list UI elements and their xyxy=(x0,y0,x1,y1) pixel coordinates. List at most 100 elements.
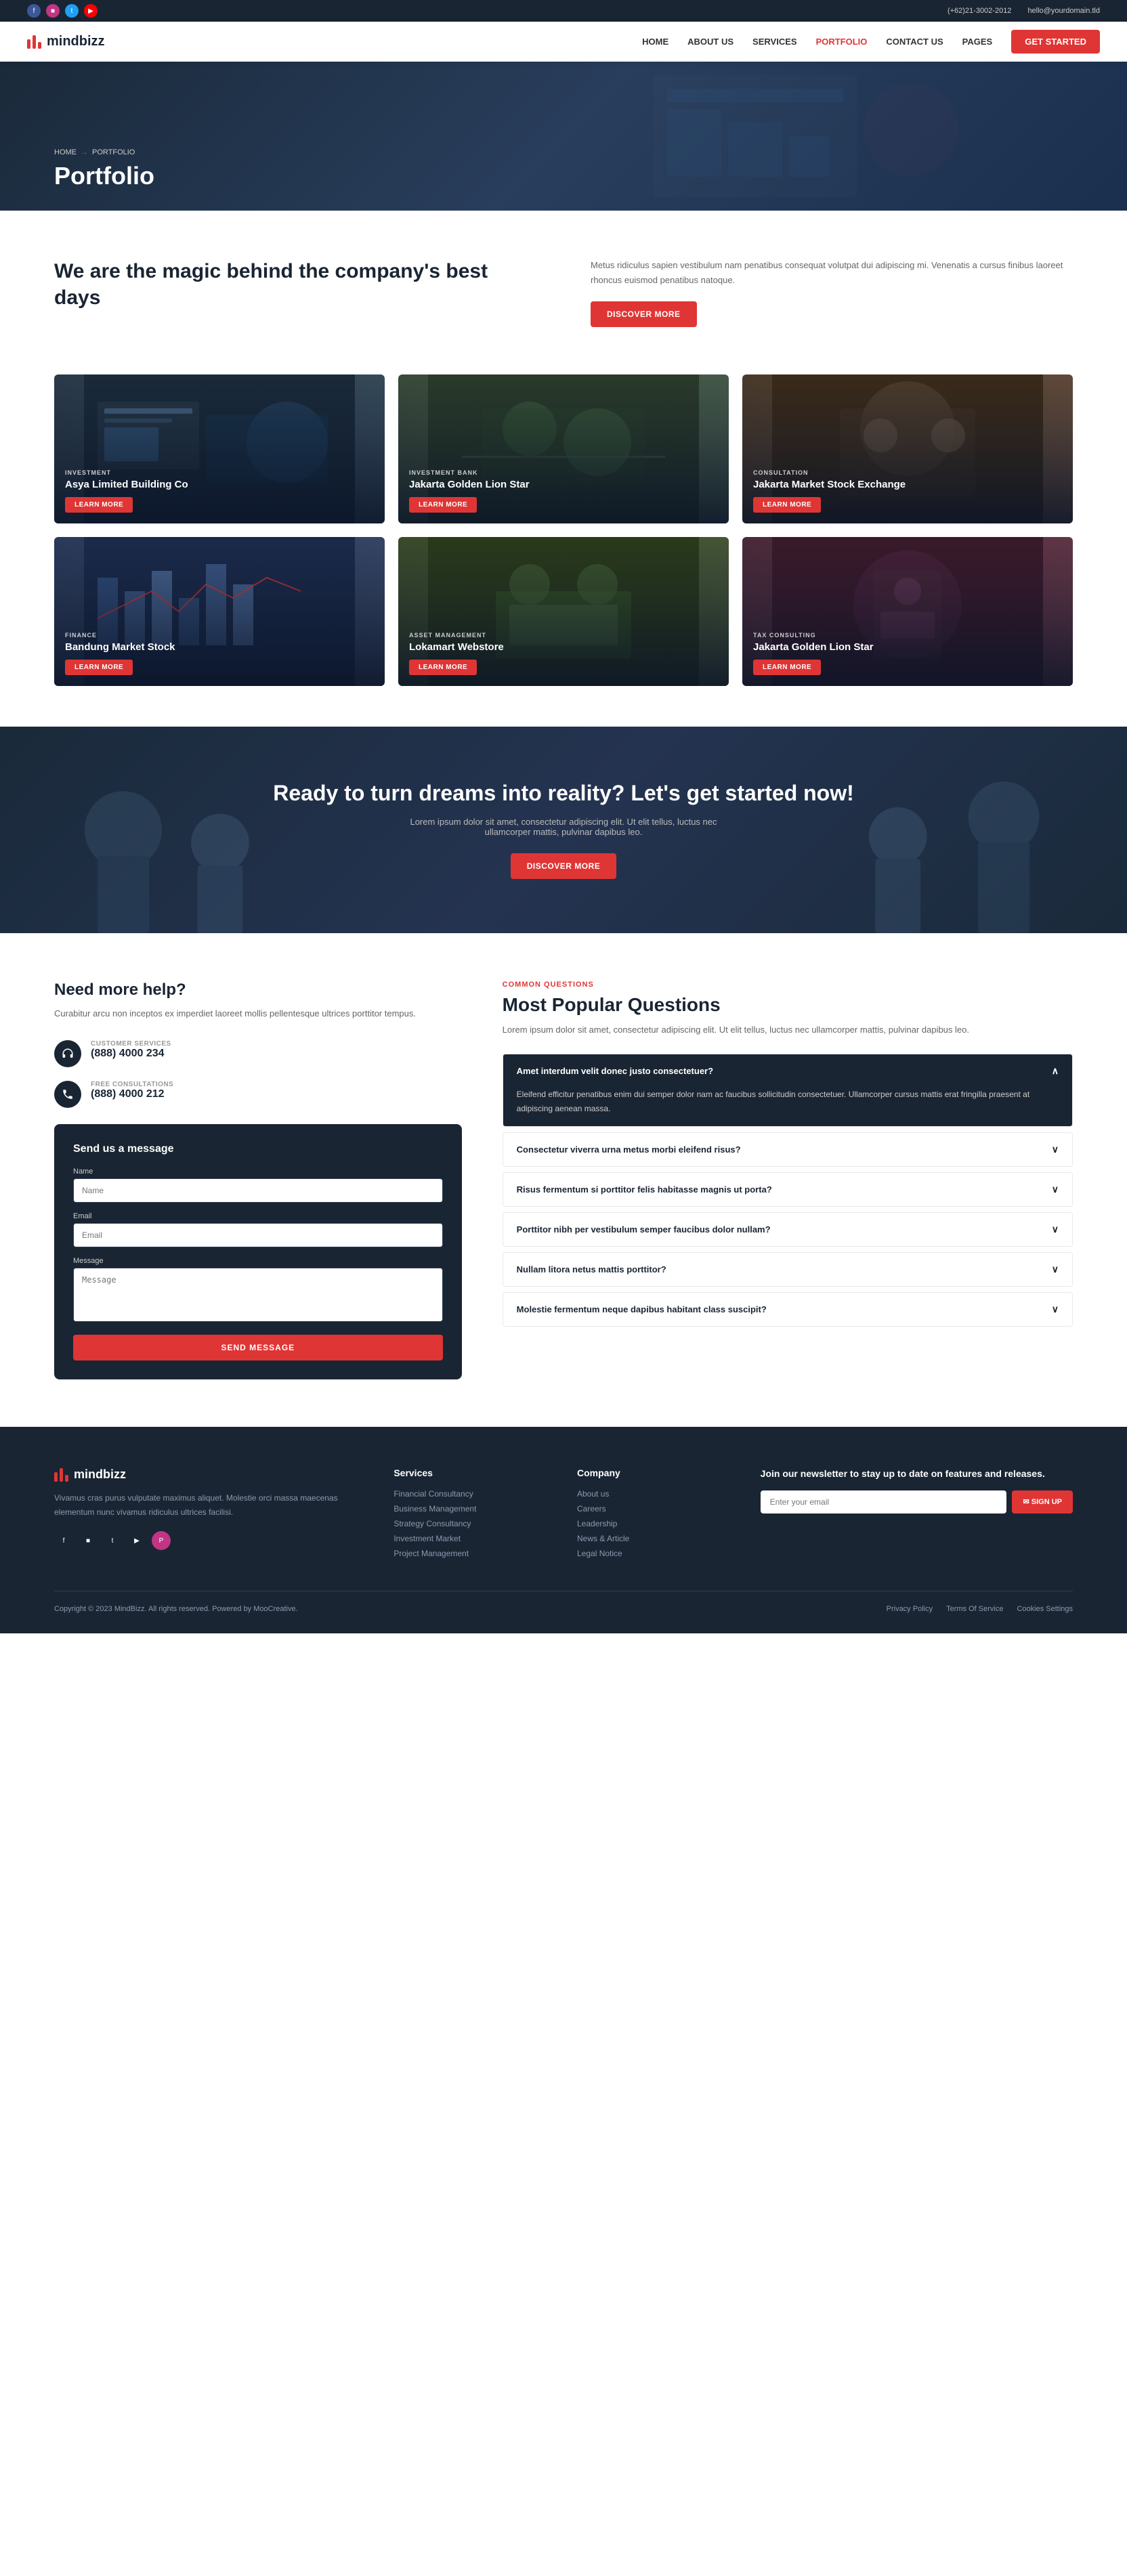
footer-link-financial[interactable]: Financial Consultancy xyxy=(394,1489,550,1499)
faq-question-text-5: Molestie fermentum neque dapibus habitan… xyxy=(517,1304,767,1314)
faq-question-2[interactable]: Risus fermentum si porttitor felis habit… xyxy=(503,1173,1072,1206)
footer-link-careers[interactable]: Careers xyxy=(577,1504,733,1514)
learn-more-button-1[interactable]: LEARN MORE xyxy=(409,497,477,513)
faq-desc: Lorem ipsum dolor sit amet, consectetur … xyxy=(503,1023,1073,1037)
footer-link-about[interactable]: About us xyxy=(577,1489,733,1499)
footer-link-project[interactable]: Project Management xyxy=(394,1549,550,1558)
portfolio-category-1: INVESTMENT BANK xyxy=(409,469,718,476)
message-textarea[interactable] xyxy=(73,1268,443,1322)
footer: mindbizz Vivamus cras purus vulputate ma… xyxy=(0,1427,1127,1633)
social-icons: f ■ t ▶ xyxy=(27,4,98,18)
footer-instagram-icon[interactable]: ■ xyxy=(79,1531,98,1550)
footer-twitter-icon[interactable]: t xyxy=(103,1531,122,1550)
footer-logo[interactable]: mindbizz xyxy=(54,1467,366,1482)
faq-item-1[interactable]: Consectetur viverra urna metus morbi ele… xyxy=(503,1132,1073,1167)
faq-item-2[interactable]: Risus fermentum si porttitor felis habit… xyxy=(503,1172,1073,1207)
footer-link-strategy[interactable]: Strategy Consultancy xyxy=(394,1519,550,1528)
footer-terms-link[interactable]: Terms Of Service xyxy=(946,1605,1003,1613)
footer-cookies-link[interactable]: Cookies Settings xyxy=(1017,1605,1073,1613)
facebook-icon[interactable]: f xyxy=(27,4,41,18)
card-content-2: CONSULTATION Jakarta Market Stock Exchan… xyxy=(742,458,1073,523)
send-message-button[interactable]: SEND MESSAGE xyxy=(73,1335,443,1360)
get-started-button[interactable]: GET STARTED xyxy=(1011,30,1100,53)
portfolio-category-3: FINANCE xyxy=(65,632,374,639)
footer-link-leadership[interactable]: Leadership xyxy=(577,1519,733,1528)
faq-chevron-5: ∨ xyxy=(1052,1304,1059,1315)
logo[interactable]: mindbizz xyxy=(27,34,105,49)
footer-bottom-links: Privacy Policy Terms Of Service Cookies … xyxy=(887,1605,1073,1613)
portfolio-name-0: Asya Limited Building Co xyxy=(65,479,374,490)
nav-services[interactable]: SERVICES xyxy=(752,37,797,47)
footer-pinterest-icon[interactable]: P xyxy=(152,1531,171,1550)
faq-question-text-3: Porttitor nibh per vestibulum semper fau… xyxy=(517,1224,771,1235)
footer-top: mindbizz Vivamus cras purus vulputate ma… xyxy=(54,1467,1073,1564)
faq-title: Most Popular Questions xyxy=(503,994,1073,1016)
nav-contact[interactable]: CONTACT US xyxy=(886,37,943,47)
footer-facebook-icon[interactable]: f xyxy=(54,1531,73,1550)
footer-privacy-link[interactable]: Privacy Policy xyxy=(887,1605,933,1613)
name-input[interactable] xyxy=(73,1178,443,1203)
footer-link-legal[interactable]: Legal Notice xyxy=(577,1549,733,1558)
footer-link-business[interactable]: Business Management xyxy=(394,1504,550,1514)
faq-right: COMMON QUESTIONS Most Popular Questions … xyxy=(503,981,1073,1379)
youtube-icon[interactable]: ▶ xyxy=(84,4,98,18)
faq-question-0[interactable]: Amet interdum velit donec justo consecte… xyxy=(503,1054,1072,1088)
discover-more-button[interactable]: DISCOVER MORE xyxy=(591,301,697,327)
portfolio-card-0[interactable]: INVESTMENT Asya Limited Building Co LEAR… xyxy=(54,374,385,523)
portfolio-card-4[interactable]: ASSET MANAGEMENT Lokamart Webstore LEARN… xyxy=(398,537,729,686)
customer-service-phone: (888) 4000 234 xyxy=(91,1048,171,1060)
portfolio-card-5[interactable]: TAX CONSULTING Jakarta Golden Lion Star … xyxy=(742,537,1073,686)
nav-home[interactable]: HOME xyxy=(642,37,668,47)
logo-bar-2 xyxy=(33,35,36,49)
help-title: Need more help? xyxy=(54,981,462,1000)
newsletter-signup-button[interactable]: ✉ SIGN UP xyxy=(1012,1490,1073,1514)
faq-question-3[interactable]: Porttitor nibh per vestibulum semper fau… xyxy=(503,1213,1072,1246)
top-bar: f ■ t ▶ (+62)21-3002-2012 hello@yourdoma… xyxy=(0,0,1127,22)
portfolio-card-2[interactable]: CONSULTATION Jakarta Market Stock Exchan… xyxy=(742,374,1073,523)
nav-pages[interactable]: PAGES xyxy=(962,37,993,47)
instagram-icon[interactable]: ■ xyxy=(46,4,60,18)
learn-more-button-3[interactable]: LEARN MORE xyxy=(65,660,133,675)
free-consultation-info: FREE CONSULTATIONS (888) 4000 212 xyxy=(91,1081,173,1100)
faq-item-0[interactable]: Amet interdum velit donec justo consecte… xyxy=(503,1054,1073,1127)
faq-item-3[interactable]: Porttitor nibh per vestibulum semper fau… xyxy=(503,1212,1073,1247)
learn-more-button-4[interactable]: LEARN MORE xyxy=(409,660,477,675)
cta-discover-button[interactable]: DISCOVER MORE xyxy=(511,853,617,879)
nav-portfolio[interactable]: PORTFOLIO xyxy=(816,37,868,47)
faq-tag: COMMON QUESTIONS xyxy=(503,981,1073,989)
footer-link-news[interactable]: News & Article xyxy=(577,1534,733,1543)
faq-question-5[interactable]: Molestie fermentum neque dapibus habitan… xyxy=(503,1293,1072,1326)
contact-info: (+62)21-3002-2012 hello@yourdomain.tld xyxy=(948,7,1100,15)
learn-more-button-0[interactable]: LEARN MORE xyxy=(65,497,133,513)
message-label: Message xyxy=(73,1257,443,1265)
newsletter-input[interactable] xyxy=(761,1490,1007,1514)
faq-question-1[interactable]: Consectetur viverra urna metus morbi ele… xyxy=(503,1133,1072,1166)
logo-bar-1 xyxy=(27,39,30,49)
portfolio-name-3: Bandung Market Stock xyxy=(65,641,374,653)
footer-youtube-icon[interactable]: ▶ xyxy=(127,1531,146,1550)
portfolio-card-1[interactable]: INVESTMENT BANK Jakarta Golden Lion Star… xyxy=(398,374,729,523)
footer-logo-bar-1 xyxy=(54,1472,58,1482)
faq-item-4[interactable]: Nullam litora netus mattis porttitor? ∨ xyxy=(503,1252,1073,1287)
faq-item-5[interactable]: Molestie fermentum neque dapibus habitan… xyxy=(503,1292,1073,1327)
faq-chevron-2: ∨ xyxy=(1052,1184,1059,1195)
faq-chevron-1: ∨ xyxy=(1052,1144,1059,1155)
footer-company-col: Company About us Careers Leadership News… xyxy=(577,1467,733,1564)
footer-link-investment[interactable]: Investment Market xyxy=(394,1534,550,1543)
breadcrumb: HOME → PORTFOLIO xyxy=(54,148,1073,156)
cta-content: Ready to turn dreams into reality? Let's… xyxy=(27,781,1100,879)
twitter-icon[interactable]: t xyxy=(65,4,79,18)
magic-section: We are the magic behind the company's be… xyxy=(0,211,1127,374)
breadcrumb-separator: → xyxy=(81,148,88,156)
faq-question-text-4: Nullam litora netus mattis porttitor? xyxy=(517,1264,666,1274)
phone-number: (+62)21-3002-2012 xyxy=(948,7,1012,15)
faq-answer-0: Eleifend efficitur penatibus enim dui se… xyxy=(503,1088,1072,1126)
learn-more-button-5[interactable]: LEARN MORE xyxy=(753,660,821,675)
email-input[interactable] xyxy=(73,1223,443,1247)
footer-company-title: Company xyxy=(577,1467,733,1478)
footer-newsletter-title: Join our newsletter to stay up to date o… xyxy=(761,1467,1073,1481)
faq-question-4[interactable]: Nullam litora netus mattis porttitor? ∨ xyxy=(503,1253,1072,1286)
nav-about[interactable]: ABOUT US xyxy=(687,37,733,47)
portfolio-card-3[interactable]: FINANCE Bandung Market Stock LEARN MORE xyxy=(54,537,385,686)
learn-more-button-2[interactable]: LEARN MORE xyxy=(753,497,821,513)
